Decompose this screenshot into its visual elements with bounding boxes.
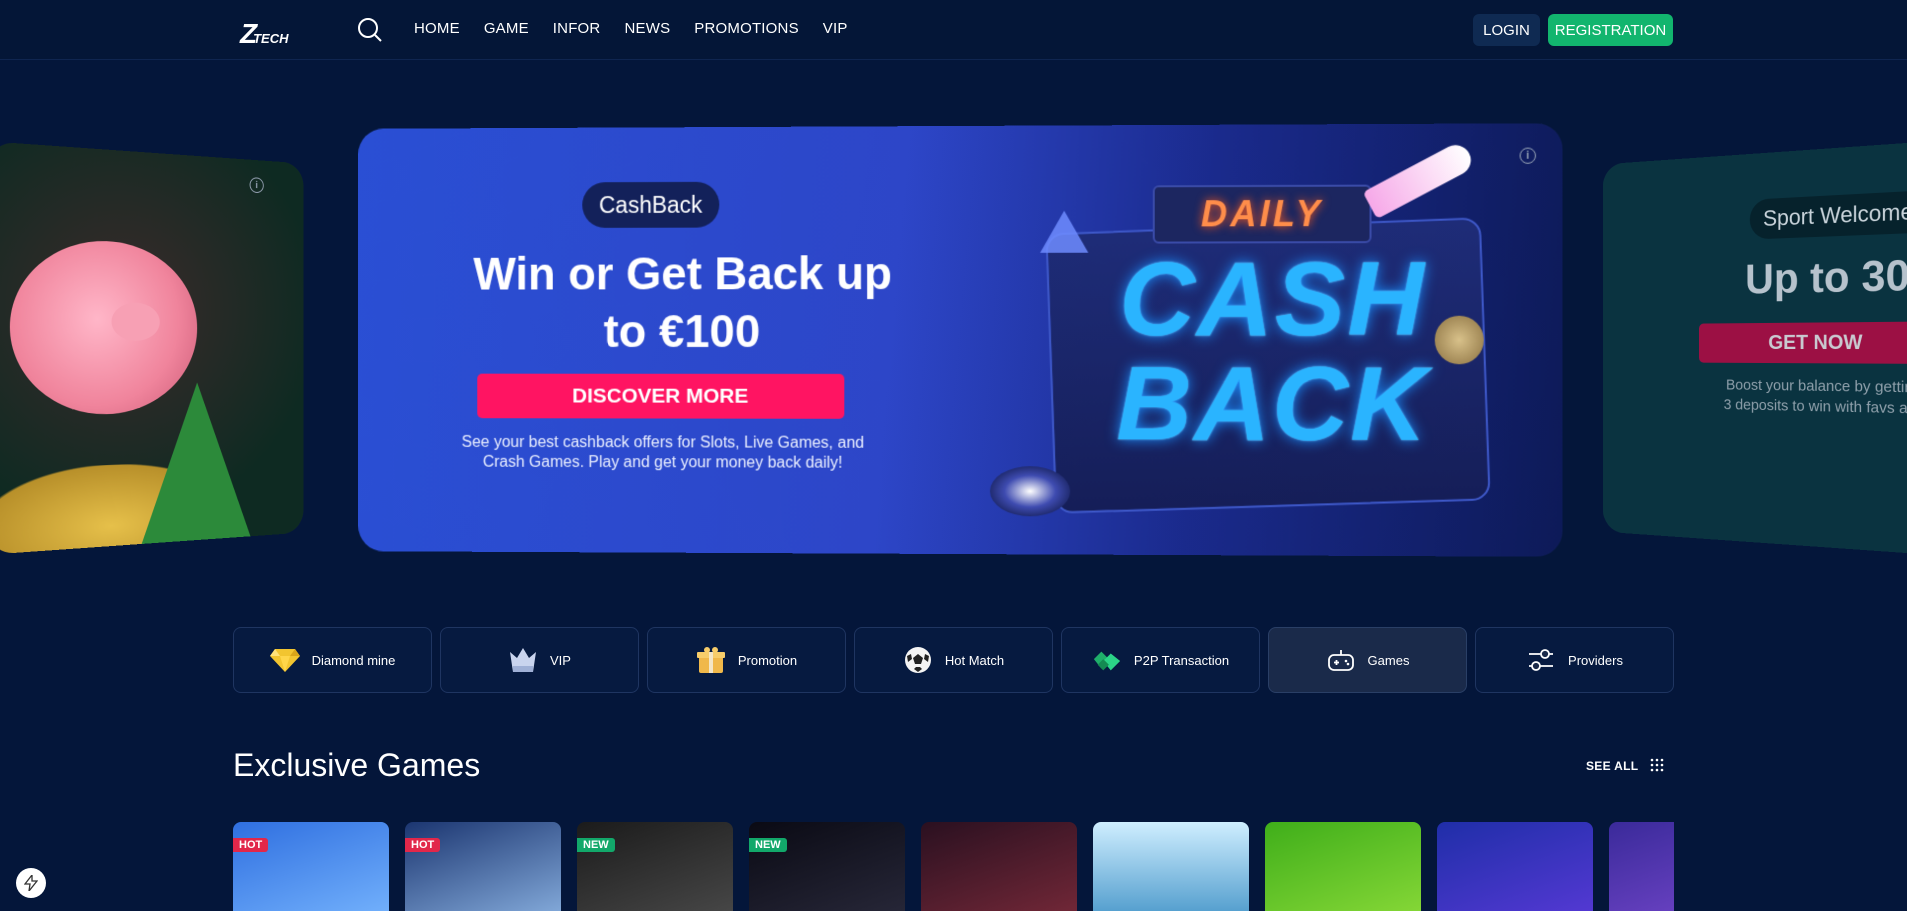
game-tile[interactable] [921,822,1077,911]
promo-title-line1: Win or Get Back up [473,247,893,300]
promo-title-line2: to €100 [603,305,761,357]
see-all-link[interactable]: SEE ALL [1586,759,1638,773]
quick-providers[interactable]: Providers [1475,627,1674,693]
daily-sign: DAILY [1152,184,1372,244]
prism-art [1040,210,1089,253]
promo-title: Up to 30 [1745,250,1907,303]
cash-word: CASH [1119,240,1426,359]
gift-icon [696,645,726,675]
promo-badge: CashBack [582,181,720,228]
sliders-icon [1526,645,1556,675]
promo-desc-line1: See your best cashback offers for Slots,… [461,433,865,452]
game-tile[interactable] [1437,822,1593,911]
info-icon[interactable]: i [1519,147,1536,164]
christmas-tree-art [131,381,261,555]
cashback-artwork: DAILY CASH BACK [990,139,1496,528]
rocket-art [1362,139,1477,219]
login-button[interactable]: LOGIN [1473,14,1540,46]
discover-more-button[interactable]: DISCOVER MORE [477,373,845,419]
diamond-icon [269,645,300,675]
nav-home[interactable]: HOME [414,20,460,37]
game-tile[interactable] [1609,822,1674,911]
pig-snout-art [111,302,160,342]
promo-desc-line2: 3 deposits to win with favs at BlueC [1723,396,1907,418]
top-header: Z TECH HOME GAME INFOR NEWS PROMOTIONS V… [0,0,1907,60]
nav-vip[interactable]: VIP [823,20,848,37]
exclusive-games-title: Exclusive Games [233,747,481,783]
promo-badge: Sport Welcome [1749,190,1907,240]
nav-news[interactable]: NEWS [624,20,670,37]
gem-stack-icon [1092,645,1122,675]
logo-text: TECH [253,31,289,46]
coin-art [1434,315,1484,365]
quick-label: P2P Transaction [1133,652,1230,668]
promo-desc-line2: Crash Games. Play and get your money bac… [482,453,843,472]
promo-description: Boost your balance by getting a €6 3 dep… [1677,375,1907,422]
carousel-slide-prev[interactable]: i [0,141,304,555]
back-word: BACK [1116,346,1429,464]
lightning-icon[interactable] [16,868,46,898]
crown-icon [508,645,538,675]
registration-button[interactable]: REGISTRATION [1548,14,1673,46]
game-tile[interactable]: NEW [749,822,905,911]
game-tile[interactable]: HOT [405,822,561,911]
hot-badge: HOT [405,838,441,852]
nav-promotions[interactable]: PROMOTIONS [694,20,799,37]
quick-hot-match[interactable]: Hot Match [854,627,1053,693]
carousel-slide-active[interactable]: CashBack Win or Get Back up to €100 DISC… [358,123,1563,557]
main-nav: HOME GAME INFOR NEWS PROMOTIONS VIP [414,20,848,37]
cashback-neon-text: CASH BACK [1070,240,1475,464]
get-now-button[interactable]: GET NOW [1698,320,1907,365]
quick-p2p-transaction[interactable]: P2P Transaction [1061,627,1260,693]
soccer-ball-icon [903,645,933,675]
site-logo[interactable]: Z TECH [240,14,296,48]
carousel-slide-next[interactable]: Sport Welcome Up to 30 GET NOW Boost you… [1602,140,1907,556]
quick-promotion[interactable]: Promotion [647,627,846,693]
nav-infor[interactable]: INFOR [553,20,601,37]
hot-badge: HOT [233,838,269,852]
game-tile[interactable] [1265,822,1421,911]
exclusive-games-row: HOT HOT NEW NEW [233,822,1674,911]
game-tile[interactable]: HOT [233,822,389,911]
quick-label: Providers [1568,652,1623,668]
quick-diamond-mine[interactable]: Diamond mine [233,627,432,693]
game-tile[interactable]: NEW [577,822,733,911]
grid-icon[interactable] [1650,758,1664,772]
quick-label: Games [1367,652,1410,668]
quick-vip[interactable]: VIP [440,627,639,693]
quick-label: VIP [550,652,571,668]
quick-label: Hot Match [944,652,1005,668]
quick-menu: Diamond mine VIP Promotion Hot Match P2P… [233,627,1674,693]
game-tile[interactable] [1093,822,1249,911]
search-icon[interactable] [356,16,384,44]
new-badge: NEW [577,838,615,852]
quick-games[interactable]: Games [1268,627,1467,693]
quick-label: Diamond mine [311,652,396,668]
poker-chip-art [990,466,1071,517]
info-icon[interactable]: i [249,177,264,194]
promo-description: See your best cashback offers for Slots,… [436,433,890,474]
quick-label: Promotion [737,652,798,668]
gamepad-icon [1326,645,1356,675]
new-badge: NEW [749,838,787,852]
nav-game[interactable]: GAME [484,20,529,37]
promo-title: Win or Get Back up to €100 [417,244,950,360]
